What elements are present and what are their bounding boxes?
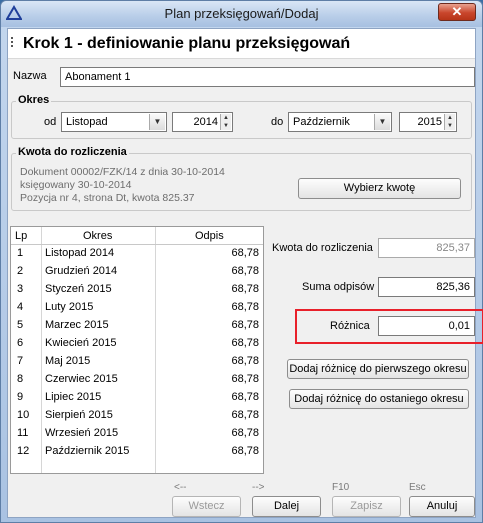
spin-buttons[interactable]: ▲ ▼ <box>220 114 231 130</box>
cell-okres: Czerwiec 2015 <box>45 373 118 385</box>
cell-okres: Sierpień 2015 <box>45 409 113 421</box>
cell-odpis: 68,78 <box>231 445 259 457</box>
booking-info: księgowany 30-10-2014 <box>20 179 132 191</box>
table-row[interactable]: 8 Czerwiec 2015 68,78 <box>11 371 263 389</box>
step-title: Krok 1 - definiowanie planu przeksięgowa… <box>23 35 351 52</box>
next-button[interactable]: Dalej <box>252 496 321 517</box>
cell-odpis: 68,78 <box>231 355 259 367</box>
name-input[interactable]: Abonament 1 <box>60 67 475 87</box>
table-row[interactable]: 9 Lipiec 2015 68,78 <box>11 389 263 407</box>
header-odpis[interactable]: Odpis <box>195 230 224 242</box>
cell-odpis: 68,78 <box>231 301 259 313</box>
cell-odpis: 68,78 <box>231 319 259 331</box>
sum-label: Suma odpisów <box>302 281 375 293</box>
cell-lp: 3 <box>17 283 24 295</box>
table-row[interactable]: 10 Sierpień 2015 68,78 <box>11 407 263 425</box>
table-header: Lp Okres Odpis <box>11 227 263 245</box>
cell-odpis: 68,78 <box>231 337 259 349</box>
dialog-window: Plan przeksięgowań/Dodaj ✕ Krok 1 - defi… <box>0 0 483 523</box>
from-month-value: Listopad <box>66 116 108 128</box>
title-bar[interactable]: Plan przeksięgowań/Dodaj ✕ <box>1 1 482 27</box>
period-to-label: do <box>271 116 284 128</box>
save-button[interactable]: Zapisz <box>332 496 401 517</box>
grip-icon <box>11 37 15 51</box>
cell-lp: 7 <box>17 355 24 367</box>
back-shortcut: <-- <box>174 482 187 493</box>
name-label: Nazwa <box>13 70 47 82</box>
cell-okres: Styczeń 2015 <box>45 283 112 295</box>
cell-lp: 9 <box>17 391 24 403</box>
to-month-select[interactable]: Październik ▼ <box>288 112 392 132</box>
cell-okres: Luty 2015 <box>45 301 94 313</box>
cell-okres: Październik 2015 <box>45 445 130 457</box>
chevron-down-icon[interactable]: ▼ <box>149 114 165 130</box>
cell-lp: 5 <box>17 319 24 331</box>
sum-field: 825,36 <box>378 277 475 297</box>
dialog-body: Krok 1 - definiowanie planu przeksięgowa… <box>7 28 483 518</box>
from-month-select[interactable]: Listopad ▼ <box>61 112 167 132</box>
table-row[interactable]: 5 Marzec 2015 68,78 <box>11 317 263 335</box>
to-settle-field: 825,37 <box>378 238 475 258</box>
chevron-down-icon[interactable]: ▼ <box>374 114 390 130</box>
to-settle-label: Kwota do rozliczenia <box>272 242 373 254</box>
cell-odpis: 68,78 <box>231 373 259 385</box>
table-row[interactable]: 7 Maj 2015 68,78 <box>11 353 263 371</box>
to-year-spinner[interactable]: 2015 ▲ ▼ <box>399 112 457 132</box>
cell-lp: 2 <box>17 265 24 277</box>
cell-okres: Listopad 2014 <box>45 247 115 259</box>
window-title: Plan przeksięgowań/Dodaj <box>164 6 319 21</box>
table-row[interactable]: 1 Listopad 2014 68,78 <box>11 245 263 263</box>
from-year-value: 2014 <box>193 116 218 128</box>
period-from-label: od <box>44 116 57 128</box>
cell-odpis: 68,78 <box>231 409 259 421</box>
header-lp[interactable]: Lp <box>15 230 27 242</box>
cell-lp: 4 <box>17 301 24 313</box>
add-diff-last-button[interactable]: Dodaj różnicę do ostaniego okresu <box>289 389 469 409</box>
cell-odpis: 68,78 <box>231 265 259 277</box>
spin-buttons[interactable]: ▲ ▼ <box>444 114 455 130</box>
from-year-spinner[interactable]: 2014 ▲ ▼ <box>172 112 233 132</box>
step-header: Krok 1 - definiowanie planu przeksięgowa… <box>8 29 475 59</box>
cell-lp: 12 <box>17 445 30 457</box>
amount-group-title: Kwota do rozliczenia <box>16 146 129 158</box>
cell-odpis: 68,78 <box>231 391 259 403</box>
add-diff-first-button[interactable]: Dodaj różnicę do pierwszego okresu <box>287 359 469 379</box>
table-row[interactable]: 2 Grudzień 2014 68,78 <box>11 263 263 281</box>
cell-okres: Marzec 2015 <box>45 319 109 331</box>
table-row[interactable]: 11 Wrzesień 2015 68,78 <box>11 425 263 443</box>
table-row[interactable]: 4 Luty 2015 68,78 <box>11 299 263 317</box>
write-off-table[interactable]: Lp Okres Odpis 1 Listopad 2014 68,78 2 Grudz… <box>10 226 264 474</box>
cell-lp: 10 <box>17 409 30 421</box>
close-icon[interactable]: ✕ <box>438 3 476 21</box>
cell-lp: 8 <box>17 373 24 385</box>
next-shortcut: --> <box>252 482 265 493</box>
cancel-button[interactable]: Anuluj <box>409 496 475 517</box>
table-row[interactable]: 3 Styczeń 2015 68,78 <box>11 281 263 299</box>
table-row[interactable]: 6 Kwiecień 2015 68,78 <box>11 335 263 353</box>
document-info: Dokument 00002/FZK/14 z dnia 30-10-2014 <box>20 166 225 178</box>
table-row[interactable]: 12 Październik 2015 68,78 <box>11 443 263 461</box>
to-month-value: Październik <box>293 116 350 128</box>
back-button[interactable]: Wstecz <box>172 496 241 517</box>
cell-lp: 11 <box>17 427 29 439</box>
cell-odpis: 68,78 <box>231 283 259 295</box>
cancel-shortcut: Esc <box>409 482 426 493</box>
cell-okres: Wrzesień 2015 <box>45 427 119 439</box>
period-group-title: Okres <box>16 94 52 106</box>
header-okres[interactable]: Okres <box>83 230 112 242</box>
cell-odpis: 68,78 <box>231 247 259 259</box>
cell-okres: Lipiec 2015 <box>45 391 102 403</box>
cell-okres: Grudzień 2014 <box>45 265 118 277</box>
to-year-value: 2015 <box>417 116 442 128</box>
choose-amount-button[interactable]: Wybierz kwotę <box>298 178 461 199</box>
save-shortcut: F10 <box>332 482 350 493</box>
cell-odpis: 68,78 <box>231 427 259 439</box>
cell-lp: 1 <box>17 247 24 259</box>
cell-okres: Kwiecień 2015 <box>45 337 117 349</box>
difference-field: 0,01 <box>378 316 475 336</box>
position-info: Pozycja nr 4, strona Dt, kwota 825.37 <box>20 192 195 204</box>
cell-okres: Maj 2015 <box>45 355 91 367</box>
cell-lp: 6 <box>17 337 24 349</box>
difference-label: Różnica <box>330 320 370 332</box>
